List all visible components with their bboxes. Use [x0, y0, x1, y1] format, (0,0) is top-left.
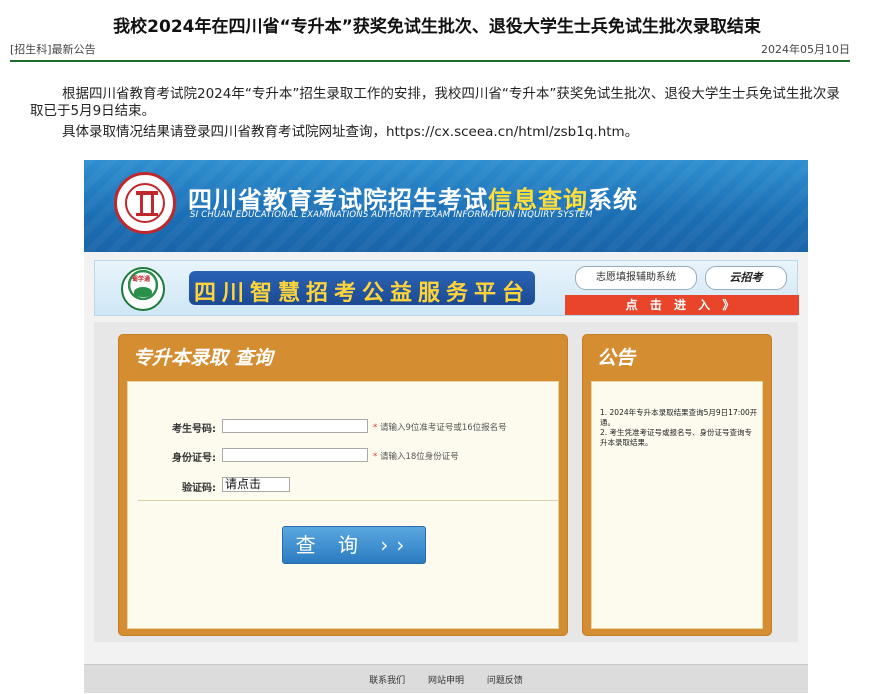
platform-name: 四川智慧招考公益服务平台 — [189, 271, 535, 306]
seal-inner-ring — [125, 183, 165, 223]
embedded-screenshot: 四川省教育考试院招生考试信息查询系统 SI CHUAN EDUCATIONAL … — [84, 160, 808, 693]
system-banner: 四川省教育考试院招生考试信息查询系统 SI CHUAN EDUCATIONAL … — [84, 160, 808, 252]
form-separator — [138, 500, 558, 501]
footer-link-contact[interactable]: 联系我们 — [369, 676, 405, 686]
article-paragraph-2: 具体录取情况结果请登录四川省教育考试院网址查询，https://cx.sceea… — [62, 124, 639, 140]
exam-no-hint: * 请输入9位准考证号或16位报名号 — [373, 421, 507, 433]
id-hint-star: * — [373, 452, 378, 462]
footer-links: 联系我们 网站申明 问题反馈 — [84, 673, 808, 686]
enter-platform-button[interactable]: 点 击 进 入 》 — [565, 295, 799, 315]
platform-logo-leaf — [134, 287, 152, 297]
query-panel-title: 专升本录取 查询 — [133, 347, 273, 369]
seal-logo-icon — [114, 172, 176, 234]
platform-banner: 蜀学通 四川智慧招考公益服务平台 志愿填报辅助系统 云招考 点 击 进 入 》 — [94, 260, 799, 316]
footer: 联系我们 网站申明 问题反馈 — [84, 664, 808, 693]
notice-line-1: 1. 2024年专升本录取结果查询5月9日17:00开通。 — [600, 408, 758, 427]
platform-logo-text: 蜀学通 — [132, 276, 151, 283]
volunteer-system-button[interactable]: 志愿填报辅助系统 — [575, 266, 697, 290]
id-label: 身份证号: — [172, 453, 216, 464]
cloud-exam-button[interactable]: 云招考 — [705, 266, 787, 290]
id-input[interactable] — [222, 448, 368, 462]
platform-name-text: 四川智慧招考公益服务平台 — [193, 281, 530, 306]
footer-link-statement[interactable]: 网站申明 — [428, 676, 464, 686]
seal-base — [136, 213, 158, 216]
notice-text: 1. 2024年专升本录取结果查询5月9日17:00开通。 2. 考生凭准考证号… — [600, 408, 758, 448]
footer-link-feedback[interactable]: 问题反馈 — [487, 676, 523, 686]
article-paragraph-1: 根据四川省教育考试院2024年“专升本”招生录取工作的安排，我校四川省“专升本”… — [30, 86, 840, 119]
query-button[interactable]: 查 询 ›› — [282, 526, 426, 564]
exam-no-input[interactable] — [222, 419, 368, 433]
seal-pillar — [140, 195, 154, 213]
platform-logo-icon: 蜀学通 — [121, 267, 165, 311]
article-meta: [招生科]最新公告 2024年05月10日 — [10, 40, 850, 62]
exam-no-label: 考生号码: — [172, 424, 216, 435]
article-date: 2024年05月10日 — [761, 43, 850, 56]
notice-body: 1. 2024年专升本录取结果查询5月9日17:00开通。 2. 考生凭准考证号… — [591, 381, 763, 629]
id-hint: * 请输入18位身份证号 — [373, 450, 459, 462]
notice-line-2: 2. 考生凭准考证号或报名号、身份证号查询专升本录取结果。 — [600, 428, 753, 447]
notice-panel: 公告 1. 2024年专升本录取结果查询5月9日17:00开通。 2. 考生凭准… — [582, 334, 772, 636]
query-panel: 专升本录取 查询 考生号码: * 请输入9位准考证号或16位报名号 身份证号: … — [118, 334, 568, 636]
exam-no-hint-star: * — [373, 423, 378, 433]
captcha-field[interactable]: 请点击 — [222, 477, 290, 492]
id-hint-text: 请输入18位身份证号 — [379, 452, 459, 462]
article-category[interactable]: [招生科]最新公告 — [10, 41, 96, 57]
exam-no-hint-text: 请输入9位准考证号或16位报名号 — [379, 423, 507, 433]
system-subtitle: SI CHUAN EDUCATIONAL EXAMINATIONS AUTHOR… — [190, 210, 593, 220]
article-title: 我校2024年在四川省“专升本”获奖免试生批次、退役大学生士兵免试生批次录取结束 — [113, 17, 761, 37]
system-title-end: 系统 — [588, 186, 638, 214]
notice-panel-title: 公告 — [597, 347, 636, 369]
captcha-label: 验证码: — [182, 483, 216, 494]
query-form: 考生号码: * 请输入9位准考证号或16位报名号 身份证号: * 请输入18位身… — [127, 381, 559, 629]
content-area: 专升本录取 查询 考生号码: * 请输入9位准考证号或16位报名号 身份证号: … — [94, 322, 798, 642]
